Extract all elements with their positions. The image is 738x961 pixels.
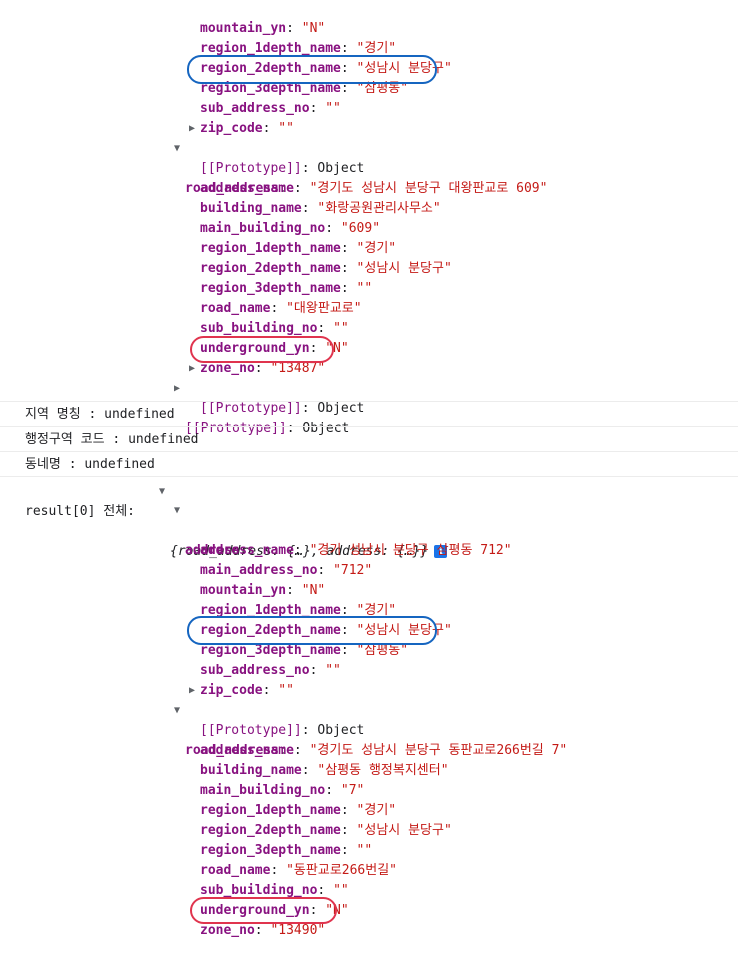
prop-row: region_1depth_name: "경기" [200,603,397,618]
prop-row: sub_building_no: "" [200,883,349,898]
object-log-header[interactable]: result[0] 전체: ▼ {road_address: {…}, addr… [0,482,738,559]
prop-row: mountain_yn: "N" [200,21,326,36]
expand-triangle-icon[interactable]: ▶ [171,379,183,399]
prototype-row[interactable]: ▶ [[Prototype]]: Object [0,681,738,738]
message-text: 지역 명칭 : undefined [25,407,175,422]
collapse-triangle-icon[interactable]: ▼ [171,701,183,721]
prop-row: main_building_no: "7" [200,783,365,798]
expand-triangle-icon[interactable]: ▶ [186,119,198,139]
road-address-node[interactable]: ▼ road_address: [0,139,738,196]
prop-row: building_name: "화랑공원관리사무소" [200,201,441,216]
prop-row: region_2depth_name: "성남시 분당구" [200,623,452,638]
devtools-console: mountain_yn: "N" region_1depth_name: "경기… [0,0,738,938]
message-text: 행정구역 코드 : undefined [25,432,199,447]
prototype-row[interactable]: ▶ [[Prototype]]: Object [0,359,738,416]
prop-row: region_3depth_name: "" [200,281,373,296]
prop-row: region_1depth_name: "경기" [200,241,397,256]
prop-row: address_name: "경기도 성남시 분당구 동판교로266번길 7" [200,743,568,758]
prop-row-region-3depth: region_3depth_name: "삼평동" [200,643,409,658]
console-message: 동네명 : undefined [0,451,738,477]
prop-row: road_name: "대왕판교로" [200,301,362,316]
prototype-row[interactable]: ▶ [[Prototype]]: Object [0,379,738,436]
prop-row: main_building_no: "609" [200,221,381,236]
prop-row: zip_code: "" [200,121,294,136]
prototype-row[interactable]: ▶ [[Prototype]]: Object [0,119,738,176]
prop-row: road_name: "동판교로266번길" [200,863,398,878]
prop-row: address_name: "경기도 성남시 분당구 대왕판교로 609" [200,181,548,196]
road-address-node[interactable]: ▼ road_address: [0,701,738,758]
expand-triangle-icon[interactable]: ▶ [186,359,198,379]
prop-row: region_2depth_name: "성남시 분당구" [200,61,452,76]
collapse-triangle-icon[interactable]: ▼ [156,482,168,502]
prop-row: sub_address_no: "" [200,663,341,678]
address-node[interactable]: ▼ address: [0,501,738,558]
collapse-triangle-icon[interactable]: ▼ [171,501,183,521]
prop-row-zone-no: zone_no: "13487" [200,361,326,376]
collapse-triangle-icon[interactable]: ▼ [171,139,183,159]
expand-triangle-icon[interactable]: ▶ [186,681,198,701]
prop-row: region_2depth_name: "성남시 분당구" [200,823,452,838]
prop-row: sub_address_no: "" [200,101,341,116]
prop-row-region-3depth: region_3depth_name: "삼평동" [200,81,409,96]
console-message: 행정구역 코드 : undefined [0,426,738,452]
prop-row-zone-no: zone_no: "13490" [200,923,326,938]
prop-row: sub_building_no: "" [200,321,349,336]
prop-row: underground_yn: "N" [200,903,349,918]
prop-row: region_3depth_name: "" [200,843,373,858]
prop-row: region_1depth_name: "경기" [200,41,397,56]
prop-row: mountain_yn: "N" [200,583,326,598]
message-text: 동네명 : undefined [25,457,155,472]
prop-row: zip_code: "" [200,683,294,698]
prop-row: building_name: "삼평동 행정복지센터" [200,763,449,778]
prop-row: region_2depth_name: "성남시 분당구" [200,261,452,276]
prop-row: main_address_no: "712" [200,563,373,578]
prop-row: address_name: "경기 성남시 분당구 삼평동 712" [200,543,512,558]
console-message: 지역 명칭 : undefined [0,401,738,427]
prop-row: region_1depth_name: "경기" [200,803,397,818]
prop-row: underground_yn: "N" [200,341,349,356]
